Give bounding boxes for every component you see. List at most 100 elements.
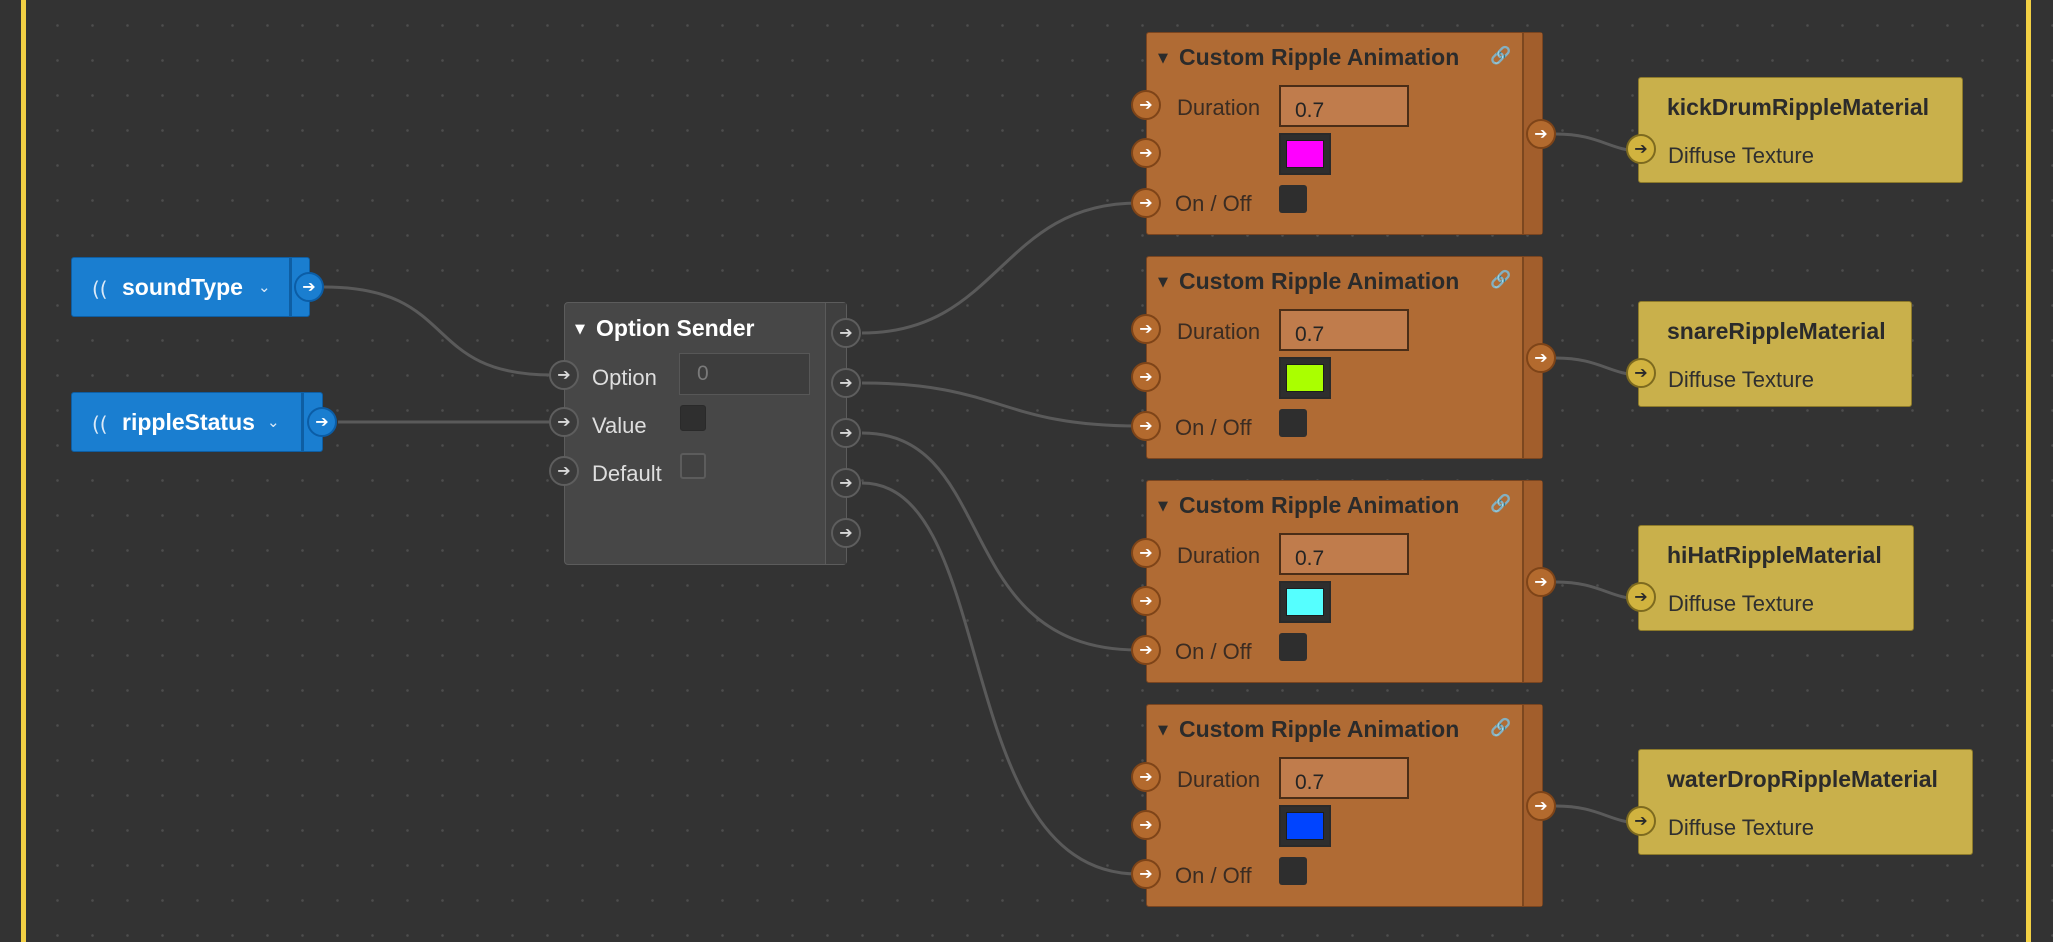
chevron-down-icon[interactable]: ⌄ xyxy=(258,278,271,296)
duration-input-port[interactable]: ➔ xyxy=(1131,314,1161,344)
soundtype-output-port[interactable]: ➔ xyxy=(294,272,324,302)
group-frame-right-edge xyxy=(2026,0,2031,942)
variable-name: rippleStatus xyxy=(122,409,255,435)
default-checkbox[interactable] xyxy=(680,453,706,479)
duration-value: 0.7 xyxy=(1295,771,1325,794)
duration-input-port[interactable]: ➔ xyxy=(1131,90,1161,120)
option-placeholder: 0 xyxy=(697,362,709,385)
duration-value: 0.7 xyxy=(1295,323,1325,346)
ripplestatus-output-port[interactable]: ➔ xyxy=(307,407,337,437)
option-input-port[interactable]: ➔ xyxy=(549,360,579,390)
group-frame-left-edge xyxy=(21,0,26,942)
color-swatch xyxy=(1286,364,1324,392)
duration-input[interactable]: 0.7 xyxy=(1279,309,1409,351)
duration-label: Duration xyxy=(1177,319,1261,344)
option-output-port-2[interactable]: ➔ xyxy=(831,368,861,398)
duration-value: 0.7 xyxy=(1295,99,1325,122)
triangle-down-icon[interactable]: ▼ xyxy=(1158,275,1168,290)
option-output-port-5[interactable]: ➔ xyxy=(831,518,861,548)
on-off-checkbox[interactable] xyxy=(1279,409,1307,437)
link-icon[interactable]: 🔗 xyxy=(1490,270,1511,290)
material-node-hihat[interactable]: hiHatRippleMaterial Diffuse Texture xyxy=(1638,525,1914,631)
option-label: Option xyxy=(592,365,657,390)
material-node-waterdrop[interactable]: waterDropRippleMaterial Diffuse Texture xyxy=(1638,749,1973,855)
on-off-label: On / Off xyxy=(1175,415,1252,440)
diffuse-texture-label: Diffuse Texture xyxy=(1668,143,1814,168)
triangle-down-icon[interactable]: ▼ xyxy=(1158,51,1168,66)
material-node-kickdrum[interactable]: kickDrumRippleMaterial Diffuse Texture xyxy=(1638,77,1963,183)
link-icon[interactable]: 🔗 xyxy=(1490,718,1511,738)
texture-output-port[interactable]: ➔ xyxy=(1526,119,1556,149)
on-off-checkbox[interactable] xyxy=(1279,633,1307,661)
duration-value: 0.7 xyxy=(1295,547,1325,570)
diffuse-texture-input-port[interactable]: ➔ xyxy=(1626,358,1656,388)
node-title: Custom Ripple Animation xyxy=(1179,44,1460,70)
texture-output-port[interactable]: ➔ xyxy=(1526,343,1556,373)
variable-node-soundtype[interactable]: (( soundType ⌄ xyxy=(71,257,310,317)
node-divider xyxy=(301,393,304,451)
duration-input[interactable]: 0.7 xyxy=(1279,757,1409,799)
option-output-port-3[interactable]: ➔ xyxy=(831,418,861,448)
broadcast-icon: (( xyxy=(92,412,108,436)
broadcast-icon: (( xyxy=(92,277,108,301)
default-input-port[interactable]: ➔ xyxy=(549,456,579,486)
color-input-port[interactable]: ➔ xyxy=(1131,586,1161,616)
value-checkbox[interactable] xyxy=(680,405,706,431)
diffuse-texture-input-port[interactable]: ➔ xyxy=(1626,134,1656,164)
triangle-down-icon[interactable]: ▼ xyxy=(1158,723,1168,738)
triangle-down-icon[interactable]: ▼ xyxy=(575,322,585,337)
diffuse-texture-label: Diffuse Texture xyxy=(1668,591,1814,616)
node-divider xyxy=(289,258,292,316)
on-off-input-port[interactable]: ➔ xyxy=(1131,188,1161,218)
custom-ripple-animation-node[interactable]: ▼ Custom Ripple Animation 🔗 Duration 0.7… xyxy=(1146,704,1543,907)
default-label: Default xyxy=(592,461,662,486)
option-sender-node[interactable]: ▼ Option Sender Option 0 Value Default xyxy=(564,302,847,565)
variable-node-ripplestatus[interactable]: (( rippleStatus ⌄ xyxy=(71,392,323,452)
texture-output-port[interactable]: ➔ xyxy=(1526,567,1556,597)
material-name: waterDropRippleMaterial xyxy=(1667,766,1938,792)
option-output-port-4[interactable]: ➔ xyxy=(831,468,861,498)
option-input[interactable]: 0 xyxy=(679,353,810,395)
color-picker[interactable] xyxy=(1279,805,1331,847)
on-off-checkbox[interactable] xyxy=(1279,185,1307,213)
color-swatch xyxy=(1286,588,1324,616)
node-title: Option Sender xyxy=(596,315,755,341)
on-off-label: On / Off xyxy=(1175,863,1252,888)
triangle-down-icon[interactable]: ▼ xyxy=(1158,499,1168,514)
duration-label: Duration xyxy=(1177,767,1261,792)
node-title: Custom Ripple Animation xyxy=(1179,716,1460,742)
duration-label: Duration xyxy=(1177,543,1261,568)
diffuse-texture-label: Diffuse Texture xyxy=(1668,367,1814,392)
link-icon[interactable]: 🔗 xyxy=(1490,46,1511,66)
color-picker[interactable] xyxy=(1279,133,1331,175)
diffuse-texture-input-port[interactable]: ➔ xyxy=(1626,582,1656,612)
color-swatch xyxy=(1286,140,1324,168)
custom-ripple-animation-node[interactable]: ▼ Custom Ripple Animation 🔗 Duration 0.7… xyxy=(1146,256,1543,459)
texture-output-port[interactable]: ➔ xyxy=(1526,791,1556,821)
on-off-input-port[interactable]: ➔ xyxy=(1131,411,1161,441)
duration-input-port[interactable]: ➔ xyxy=(1131,762,1161,792)
on-off-label: On / Off xyxy=(1175,191,1252,216)
color-input-port[interactable]: ➔ xyxy=(1131,362,1161,392)
duration-input[interactable]: 0.7 xyxy=(1279,533,1409,575)
value-input-port[interactable]: ➔ xyxy=(549,407,579,437)
diffuse-texture-label: Diffuse Texture xyxy=(1668,815,1814,840)
material-node-snare[interactable]: snareRippleMaterial Diffuse Texture xyxy=(1638,301,1912,407)
link-icon[interactable]: 🔗 xyxy=(1490,494,1511,514)
option-output-port-1[interactable]: ➔ xyxy=(831,318,861,348)
on-off-checkbox[interactable] xyxy=(1279,857,1307,885)
duration-input-port[interactable]: ➔ xyxy=(1131,538,1161,568)
value-label: Value xyxy=(592,413,647,438)
diffuse-texture-input-port[interactable]: ➔ xyxy=(1626,806,1656,836)
duration-input[interactable]: 0.7 xyxy=(1279,85,1409,127)
custom-ripple-animation-node[interactable]: ▼ Custom Ripple Animation 🔗 Duration 0.7… xyxy=(1146,480,1543,683)
chevron-down-icon[interactable]: ⌄ xyxy=(267,413,280,431)
custom-ripple-animation-node[interactable]: ▼ Custom Ripple Animation 🔗 Duration 0.7… xyxy=(1146,32,1543,235)
on-off-input-port[interactable]: ➔ xyxy=(1131,859,1161,889)
color-picker[interactable] xyxy=(1279,357,1331,399)
color-input-port[interactable]: ➔ xyxy=(1131,810,1161,840)
node-title: Custom Ripple Animation xyxy=(1179,492,1460,518)
color-picker[interactable] xyxy=(1279,581,1331,623)
color-input-port[interactable]: ➔ xyxy=(1131,138,1161,168)
on-off-input-port[interactable]: ➔ xyxy=(1131,635,1161,665)
